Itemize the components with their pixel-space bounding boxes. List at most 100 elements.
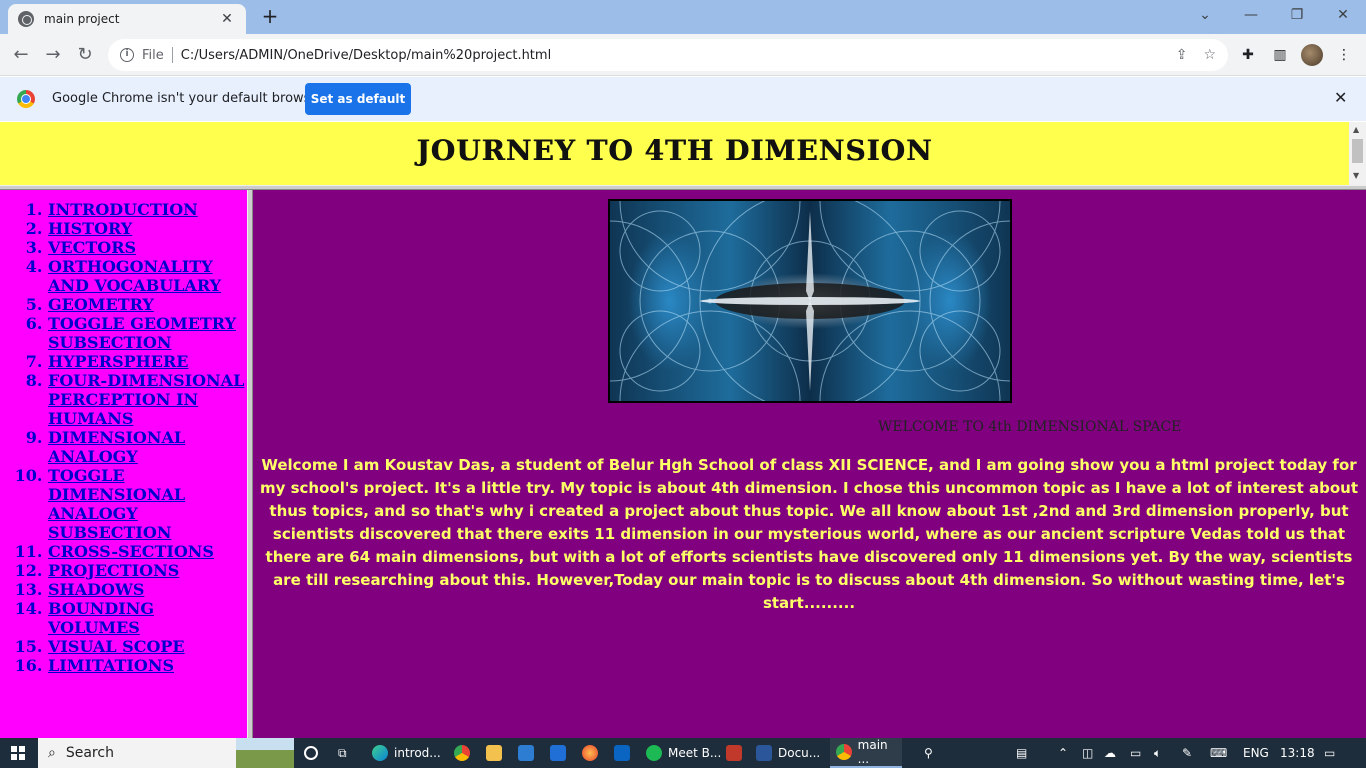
nav-list-item: Shadows [48,580,247,599]
url-text[interactable]: C:/Users/ADMIN/OneDrive/Desktop/main%20p… [181,48,1160,63]
extensions-icon[interactable]: ✚ [1238,45,1258,65]
header-scrollbar[interactable]: ▲ ▼ [1349,122,1366,185]
network-icon[interactable]: ▭ [1130,738,1141,768]
nav-link[interactable]: Hypersphere [48,352,188,371]
nav-link[interactable]: Visual scope [48,637,185,656]
url-scheme: File [142,47,164,63]
onedrive-icon[interactable]: ☁ [1104,738,1116,768]
nav-link[interactable]: Bounding volumes [48,599,154,637]
app-2-icon [726,745,742,761]
nav-link[interactable]: Introduction [48,200,198,219]
bookmark-star-icon[interactable]: ☆ [1203,47,1216,63]
set-as-default-button[interactable]: Set as default [305,83,411,115]
pen-icon[interactable]: ✎ [1182,738,1192,768]
nav-link[interactable]: Shadows [48,580,144,599]
infobar-close-button[interactable]: ✕ [1334,88,1347,107]
mail-icon [550,745,566,761]
taskbar-explorer[interactable] [486,738,508,768]
header-frame: Journey to 4th Dimension [0,122,1349,185]
share-icon[interactable]: ⇪ [1176,47,1188,63]
taskbar-word[interactable]: Docu... [756,738,820,768]
nav-link[interactable]: Toggle Geometry subsection [48,314,236,352]
word-icon [756,745,772,761]
scroll-up-icon[interactable]: ▲ [1353,125,1359,134]
people-icon[interactable]: ⚲ [924,738,933,768]
nav-list-item: Projections [48,561,247,580]
welcome-heading: WELCOME TO 4th DIMENSIONAL SPACE [878,419,1182,435]
task-view-icon[interactable]: ⧉ [338,738,347,768]
nav-link[interactable]: Limitations [48,656,174,675]
taskbar-edge[interactable]: introd... [372,738,441,768]
taskbar-chrome-active[interactable]: main ... [830,738,902,768]
keyboard-icon[interactable]: ⌨ [1210,738,1227,768]
browser-toolbar: ← → ↻ i File C:/Users/ADMIN/OneDrive/Des… [0,34,1366,76]
default-browser-infobar: Google Chrome isn't your default browser… [0,77,1366,121]
taskbar-app[interactable] [614,738,636,768]
nav-list-item: Cross-sections [48,542,247,561]
nav-link[interactable]: Geometry [48,295,154,314]
cortana-icon[interactable] [304,738,318,768]
nav-link[interactable]: Cross-sections [48,542,214,561]
taskbar-app-2[interactable] [726,738,748,768]
nav-list-item: Limitations [48,656,247,675]
tab-strip: main project ✕ + ⌄ — ❐ ✕ [0,0,1366,34]
nav-list-item: Visual scope [48,637,247,656]
taskbar-chrome[interactable] [454,738,476,768]
navigation-frame: IntroductionHistoryVectorsOrthogonality … [0,190,247,738]
store-icon [518,745,534,761]
profile-avatar[interactable] [1301,44,1323,66]
taskbar-search-input[interactable]: ⌕ Search [38,738,294,768]
nav-link[interactable]: Toggle Dimensional analogy subsection [48,466,185,542]
back-icon[interactable]: ← [8,42,34,68]
side-panel-icon[interactable]: ▥ [1270,45,1290,65]
volume-icon[interactable]: 🔈︎ [1154,738,1161,768]
windows-start-icon[interactable] [11,746,25,760]
nav-link[interactable]: History [48,219,132,238]
news-widget-icon[interactable]: ▤ [1016,738,1027,768]
browser-tab[interactable]: main project ✕ [8,4,246,34]
scroll-thumb[interactable] [1352,139,1363,163]
fractal-image [608,199,1012,403]
search-icon: ⌕ [48,745,56,761]
nav-link[interactable]: Vectors [48,238,136,257]
nav-link[interactable]: Dimensional analogy [48,428,185,466]
taskbar-mail[interactable] [550,738,572,768]
clock[interactable]: 13:18 [1280,738,1315,768]
language-indicator[interactable]: ENG [1243,738,1269,768]
nav-link[interactable]: Four-dimensional perception in humans [48,371,244,428]
navigation-list: IntroductionHistoryVectorsOrthogonality … [0,200,247,675]
nav-link[interactable]: Projections [48,561,179,580]
restore-button[interactable]: ❐ [1274,0,1320,30]
menu-icon[interactable]: ⋮ [1334,45,1354,65]
tab-title: main project [44,12,120,26]
scroll-down-icon[interactable]: ▼ [1353,171,1359,180]
page-viewport: Journey to 4th Dimension ▲ ▼ Introductio… [0,122,1366,738]
fractal-pattern [610,201,1010,401]
forward-icon[interactable]: → [40,42,66,68]
taskbar-firefox[interactable] [582,738,604,768]
nav-list-item: Hypersphere [48,352,247,371]
new-tab-button[interactable]: + [258,4,282,28]
meet-now-icon[interactable]: ◫ [1082,738,1093,768]
address-bar[interactable]: i File C:/Users/ADMIN/OneDrive/Desktop/m… [108,39,1228,71]
minimize-button[interactable]: — [1228,0,1274,30]
window-close-button[interactable]: ✕ [1320,0,1366,30]
nav-list-item: Orthogonality and vocabulary [48,257,247,295]
notifications-icon[interactable]: ▭ [1324,738,1335,768]
info-icon[interactable]: i [120,48,134,62]
spotify-icon [646,745,662,761]
taskbar-spotify[interactable]: Meet B... [646,738,721,768]
nav-list-item: Four-dimensional perception in humans [48,371,247,428]
folder-icon [486,745,502,761]
tray-chevron-icon[interactable]: ⌃ [1058,738,1068,768]
intro-paragraph: Welcome I am Koustav Das, a student of B… [259,456,1358,612]
url-separator [171,47,173,63]
search-highlight-image [236,738,294,768]
search-placeholder: Search [65,745,114,761]
tab-close-button[interactable]: ✕ [218,11,236,27]
reload-icon[interactable]: ↻ [72,42,98,68]
taskbar-store[interactable] [518,738,540,768]
nav-list-item: Bounding volumes [48,599,247,637]
nav-link[interactable]: Orthogonality and vocabulary [48,257,221,295]
tab-search-icon[interactable]: ⌄ [1182,0,1228,30]
